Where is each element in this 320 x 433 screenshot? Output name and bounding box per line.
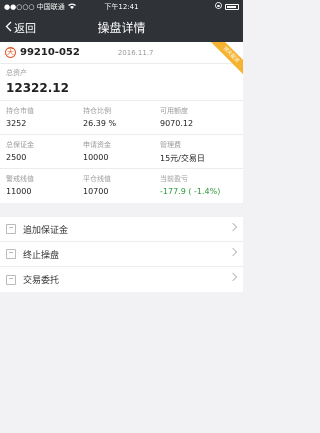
account-id: 99210-052	[20, 47, 80, 58]
stat-value: 11000	[6, 187, 32, 196]
menu-item-label: 追加保证金	[23, 225, 69, 236]
stats-row-risk: 警戒线值 11000 平仓线值 10700 当前盈亏 -177.9 ( -1.4…	[0, 169, 243, 203]
chevron-right-icon	[228, 222, 238, 232]
stat-cell: 申请资金 10000	[83, 140, 160, 163]
orientation-lock-icon	[215, 2, 222, 11]
stat-cell: 可用额度 9070.12	[160, 106, 237, 129]
carrier-label: ●●○○○ 中国联通	[4, 2, 65, 11]
nav-bar: 返回 操盘详情	[0, 13, 243, 42]
battery-icon	[225, 3, 239, 10]
stat-label: 警戒线值	[6, 175, 34, 183]
stat-value: 2500	[6, 153, 27, 162]
account-type-icon: 天	[5, 47, 16, 58]
stat-cell: 警戒线值 11000	[6, 174, 83, 198]
stat-label: 总保证金	[6, 141, 34, 149]
stat-cell: 管理费 15元/交易日	[160, 140, 237, 163]
action-menu: 追加保证金 终止操盘 交易委托	[0, 217, 243, 292]
account-header: 天 99210-052 2016.11.7	[0, 42, 243, 64]
add-margin-icon	[6, 224, 16, 234]
stat-cell: 平仓线值 10700	[83, 174, 160, 198]
menu-item-add-margin[interactable]: 追加保证金	[0, 217, 243, 242]
stat-cell: 持仓市值 3252	[6, 106, 83, 129]
account-date: 2016.11.7	[117, 48, 154, 57]
stat-label: 申请资金	[83, 141, 111, 149]
stat-cell: 当前盈亏 -177.9 ( -1.4%)	[160, 174, 237, 198]
chevron-left-icon	[5, 21, 12, 35]
stat-label: 持仓市值	[6, 107, 34, 115]
total-assets-value: 12322.12	[6, 81, 70, 95]
back-button[interactable]: 返回	[5, 13, 36, 42]
stat-value: 10700	[83, 187, 109, 196]
stat-label: 可用额度	[160, 107, 188, 115]
stat-label: 持仓比例	[83, 107, 111, 115]
menu-item-label: 终止操盘	[23, 250, 60, 261]
stat-label: 管理费	[160, 141, 181, 149]
stat-value: 15元/交易日	[160, 154, 205, 163]
stats-row-holdings: 持仓市值 3252 持仓比例 26.39 % 可用额度 9070.12	[0, 101, 243, 135]
page-title: 操盘详情	[97, 21, 146, 35]
trade-order-icon	[6, 274, 16, 285]
chevron-right-icon	[228, 272, 238, 282]
stat-value: 10000	[83, 153, 109, 162]
total-assets-label: 总资产	[6, 69, 27, 77]
profit-loss-value: -177.9 ( -1.4%)	[160, 187, 221, 196]
account-card: 天 99210-052 2016.11.7 按天配资 总资产 12322.12 …	[0, 42, 243, 203]
total-assets: 总资产 12322.12	[0, 64, 243, 101]
back-label: 返回	[14, 21, 36, 35]
menu-item-label: 交易委托	[23, 276, 60, 286]
chevron-right-icon	[228, 247, 238, 257]
stop-trading-icon	[6, 249, 16, 259]
stat-value: 3252	[6, 119, 27, 128]
wifi-icon	[67, 3, 76, 11]
menu-item-stop-trading[interactable]: 终止操盘	[0, 242, 243, 267]
stats-row-margin: 总保证金 2500 申请资金 10000 管理费 15元/交易日	[0, 135, 243, 169]
stat-cell: 总保证金 2500	[6, 140, 83, 163]
stat-value: 9070.12	[160, 119, 194, 128]
stat-cell: 持仓比例 26.39 %	[83, 106, 160, 129]
stat-value: 26.39 %	[83, 119, 117, 128]
stat-label: 当前盈亏	[160, 175, 188, 183]
menu-item-trade-order[interactable]: 交易委托	[0, 267, 243, 292]
status-bar: ●●○○○ 中国联通	[0, 0, 243, 13]
stat-label: 平仓线值	[83, 175, 111, 183]
